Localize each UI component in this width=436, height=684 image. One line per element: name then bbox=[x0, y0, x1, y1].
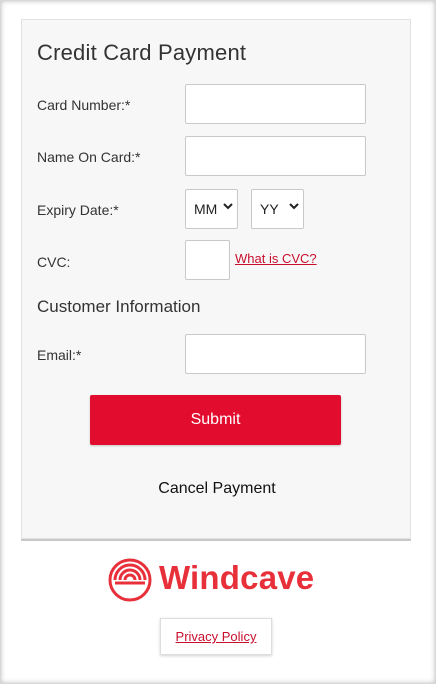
windcave-logo-icon bbox=[108, 558, 152, 602]
email-label: Email:* bbox=[37, 347, 82, 363]
card-number-label: Card Number:* bbox=[37, 97, 131, 113]
expiry-year-select[interactable]: YY bbox=[251, 189, 304, 229]
payment-form: Credit Card Payment Card Number:* Name O… bbox=[21, 19, 411, 539]
cvc-label: CVC: bbox=[37, 254, 71, 270]
form-title: Credit Card Payment bbox=[37, 40, 247, 65]
windcave-wordmark: Windcave bbox=[159, 559, 315, 596]
chevron-down-icon bbox=[289, 203, 299, 210]
chevron-down-icon bbox=[223, 203, 233, 210]
name-on-card-input[interactable] bbox=[185, 136, 366, 176]
customer-information-heading: Customer Information bbox=[37, 297, 201, 316]
expiry-date-label: Expiry Date:* bbox=[37, 202, 119, 218]
email-input[interactable] bbox=[185, 334, 366, 374]
windcave-logo: Windcave bbox=[107, 557, 325, 603]
cvc-input[interactable] bbox=[185, 240, 230, 280]
cancel-payment-link[interactable]: Cancel Payment bbox=[22, 480, 412, 498]
expiry-month-value: MM bbox=[194, 201, 218, 217]
card-number-input[interactable] bbox=[185, 84, 366, 124]
footer-divider bbox=[21, 539, 411, 541]
expiry-year-value: YY bbox=[260, 201, 279, 217]
what-is-cvc-link[interactable]: What is CVC? bbox=[235, 251, 317, 266]
expiry-month-select[interactable]: MM bbox=[185, 189, 238, 229]
privacy-policy-button[interactable]: Privacy Policy bbox=[160, 618, 272, 655]
submit-button[interactable]: Submit bbox=[90, 395, 341, 445]
name-on-card-label: Name On Card:* bbox=[37, 149, 141, 165]
